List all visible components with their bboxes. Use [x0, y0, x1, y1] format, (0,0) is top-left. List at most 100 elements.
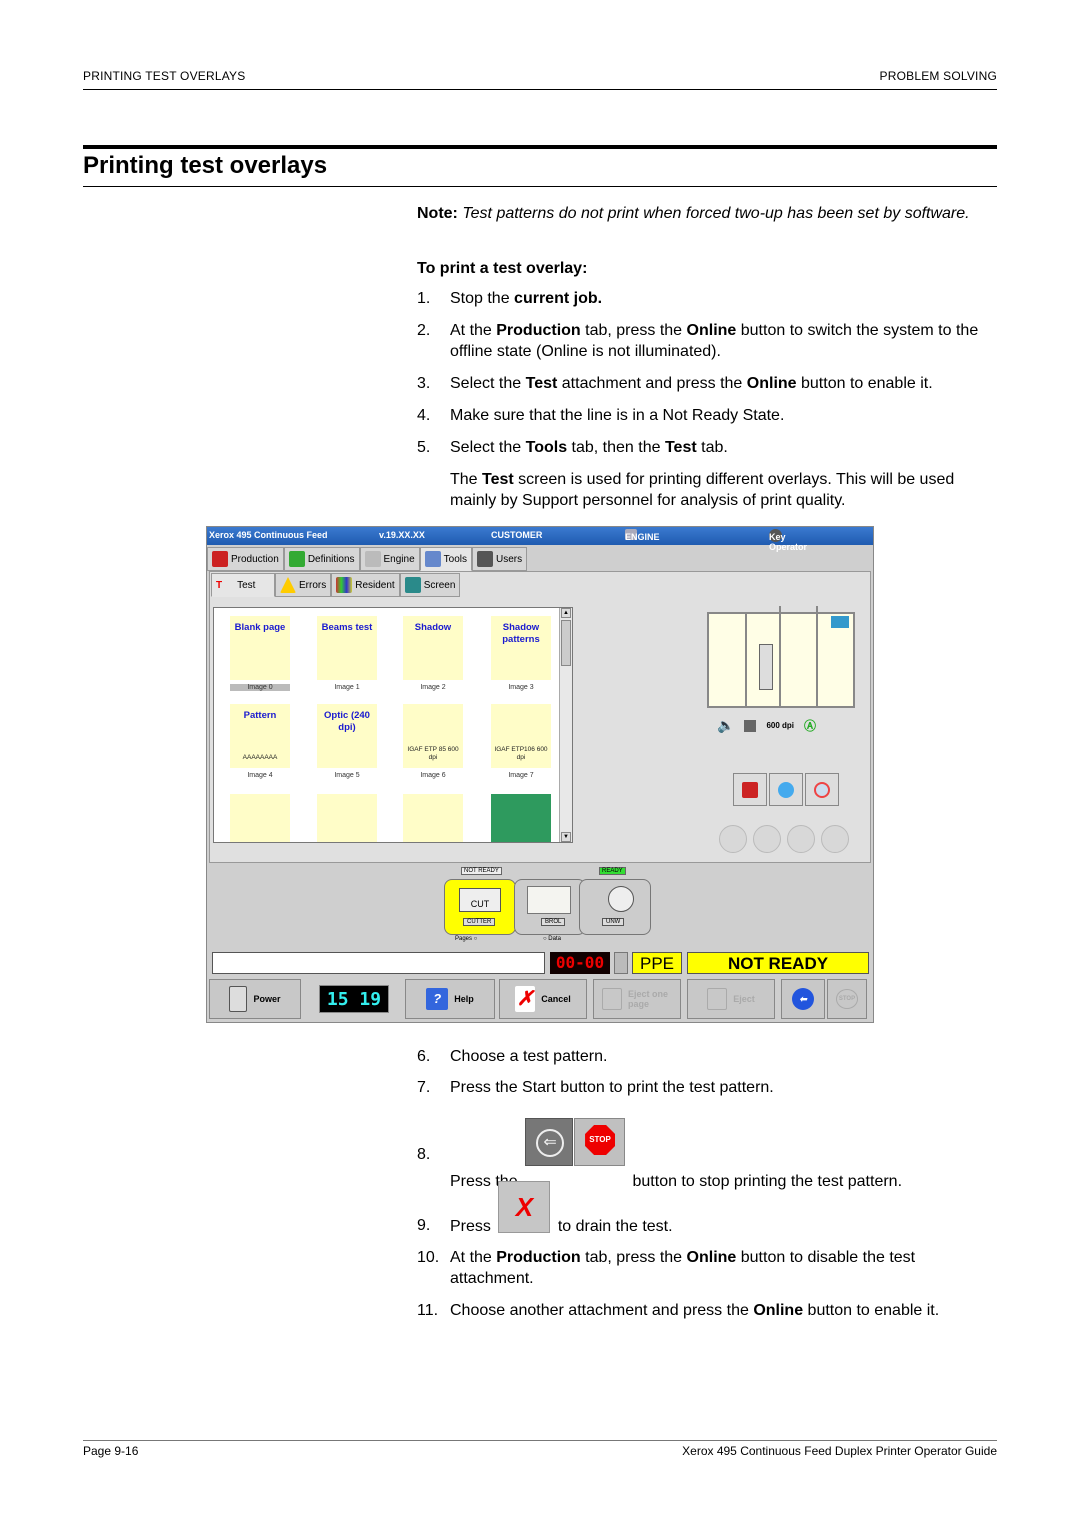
test-screen-description: The Test screen is used for printing dif…	[450, 471, 955, 509]
pattern-thumbnail[interactable]: IGAF ETP 85 600 dpi Image 6	[403, 704, 463, 779]
paper-tray	[759, 644, 773, 690]
pattern-thumbnail[interactable]: Pattern AAAAAAAA Image 4	[230, 704, 290, 779]
footer-guide-title: Xerox 495 Continuous Feed Duplex Printer…	[682, 1444, 997, 1458]
pattern-preview: Blank page	[230, 616, 290, 680]
pattern-preview: Beams test	[317, 616, 377, 680]
cancel-x-icon: ✗	[515, 986, 536, 1012]
help-button[interactable]: ? Help	[405, 979, 495, 1019]
tab-engine[interactable]: Engine	[359, 547, 420, 571]
header-rule	[83, 89, 997, 90]
toner-tool-button[interactable]	[769, 773, 803, 806]
step-11: 11. Choose another attachment and press t…	[417, 1302, 940, 1319]
stop-button[interactable]: STOP	[827, 979, 867, 1019]
scroll-down-button[interactable]: ▼	[561, 832, 571, 842]
running-header-right: PROBLEM SOLVING	[879, 69, 997, 83]
green-counter: 15 19	[319, 985, 389, 1013]
pattern-thumbnail[interactable]: Beams test Image 1	[317, 616, 377, 691]
app-titlebar: Xerox 495 Continuous Feed v.19.XX.XX CUS…	[207, 527, 873, 552]
title-rule-top	[83, 145, 997, 149]
pattern-thumbnail[interactable]: RCJT 240 dpi	[403, 794, 463, 842]
confirm-round-button[interactable]	[821, 825, 849, 853]
step-5: 5. Select the Tools tab, then the Test ta…	[417, 439, 728, 456]
test-icon: T	[216, 579, 223, 591]
step-9: 9. Press X to drain the test.	[417, 1181, 1002, 1237]
tab-definitions[interactable]: Definitions	[283, 547, 360, 571]
pattern-title: Pattern	[243, 710, 277, 721]
red-x-icon: X	[498, 1181, 551, 1233]
stop-icon: STOP	[835, 989, 859, 1009]
warning-icon	[280, 577, 296, 593]
scroll-up-button[interactable]: ▲	[561, 608, 571, 618]
production-tool-button[interactable]	[733, 773, 767, 806]
no-queue-icon	[744, 719, 757, 732]
power-switch-icon	[229, 986, 248, 1012]
power-button[interactable]: Power	[209, 979, 301, 1019]
module-cutter[interactable]: CUT CUTTER	[444, 879, 516, 935]
module-brol[interactable]: BROL	[514, 879, 586, 935]
pattern-preview	[230, 794, 290, 842]
engine-icon	[364, 551, 381, 567]
definitions-icon	[288, 551, 305, 567]
inspect-tool-button[interactable]	[805, 773, 839, 806]
tab-tools[interactable]: Tools	[419, 547, 473, 571]
pattern-preview: IGAF ETP106 600 dpi	[491, 704, 551, 768]
note-label: Note:	[417, 205, 458, 222]
tab-test[interactable]: T Test	[211, 573, 275, 597]
tab-users[interactable]: Users	[472, 547, 528, 571]
pattern-caption: Image 4	[247, 772, 273, 779]
users-icon	[477, 551, 494, 567]
pattern-thumbnail[interactable]: Shadow patterns Image 3	[491, 616, 551, 691]
tab-production[interactable]: Production	[207, 547, 284, 571]
system-status: NOT READY	[687, 952, 869, 974]
cancel-round-button[interactable]	[719, 825, 747, 853]
ab-switch-icon: Ⓐ	[804, 719, 817, 733]
scroll-thumb[interactable]	[561, 620, 571, 666]
step-4: 4. Make sure that the line is in a Not Re…	[417, 407, 785, 424]
cancel-button[interactable]: ✗ Cancel	[499, 979, 587, 1019]
version: v.19.XX.XX	[379, 530, 425, 540]
title-rule-bottom	[83, 186, 997, 187]
tab-resident[interactable]: Resident	[331, 573, 400, 597]
pattern-title: Shadow	[414, 622, 452, 633]
pattern-thumbnail[interactable]: Shadow Image 2	[403, 616, 463, 691]
pattern-thumbnail[interactable]: ETP106 details	[317, 794, 377, 842]
pattern-thumbnail[interactable]: Optic (240 dpi) Image 5	[317, 704, 377, 779]
toner-icon	[778, 782, 794, 798]
red-counter: 00-00	[550, 952, 610, 974]
running-header-left: PRINTING TEST OVERLAYS	[83, 69, 246, 83]
pattern-thumbnail[interactable]: Blank page Image 0	[230, 616, 290, 691]
next-round-button[interactable]	[787, 825, 815, 853]
pattern-preview	[403, 794, 463, 842]
pattern-preview: Pattern AAAAAAAA	[230, 704, 290, 768]
pattern-caption: Image 7	[508, 772, 534, 779]
ppe-indicator: PPE	[632, 952, 682, 974]
help-icon: ?	[426, 988, 449, 1010]
tab-screen[interactable]: Screen	[399, 573, 461, 597]
pattern-thumbnail[interactable]: ETP85 details	[230, 794, 290, 842]
stop-sign-icon: STOP	[585, 1125, 616, 1155]
eject-one-page-button[interactable]: Eject one page	[593, 979, 681, 1019]
pattern-preview	[317, 794, 377, 842]
step-1: 1. Stop the current job.	[417, 290, 603, 307]
tab-errors[interactable]: Errors	[275, 573, 332, 597]
back-button[interactable]: ⬅	[781, 979, 825, 1019]
prev-round-button[interactable]	[753, 825, 781, 853]
scrollbar[interactable]: ▲ ▼	[559, 608, 572, 842]
pattern-title: Optic (240 dpi)	[324, 710, 370, 733]
pattern-thumbnail[interactable]: IGAF ETP106 600 dpi Image 7	[491, 704, 551, 779]
eject-one-icon	[602, 988, 622, 1010]
module-unw[interactable]: UNW	[579, 879, 651, 935]
pattern-subtitle: AAAAAAAA	[242, 754, 278, 761]
eject-button[interactable]: Eject	[687, 979, 775, 1019]
resolution-label: 600 dpi	[766, 721, 795, 730]
status-bar: 00-00 PPE NOT READY	[212, 952, 869, 976]
mode-label: CUSTOMER	[491, 530, 543, 540]
pattern-preview: Shadow	[403, 616, 463, 680]
pattern-thumbnail[interactable]: IGAF TP14	[491, 794, 551, 842]
production-icon	[212, 551, 228, 567]
pattern-caption: Image 3	[508, 684, 534, 691]
pattern-title: Beams test	[321, 622, 373, 633]
left-arrow-icon: ⇐	[536, 1129, 565, 1157]
left-arrow-icon: ⬅	[792, 988, 814, 1010]
pattern-subtitle: IGAF ETP 85 600 dpi	[407, 746, 459, 761]
